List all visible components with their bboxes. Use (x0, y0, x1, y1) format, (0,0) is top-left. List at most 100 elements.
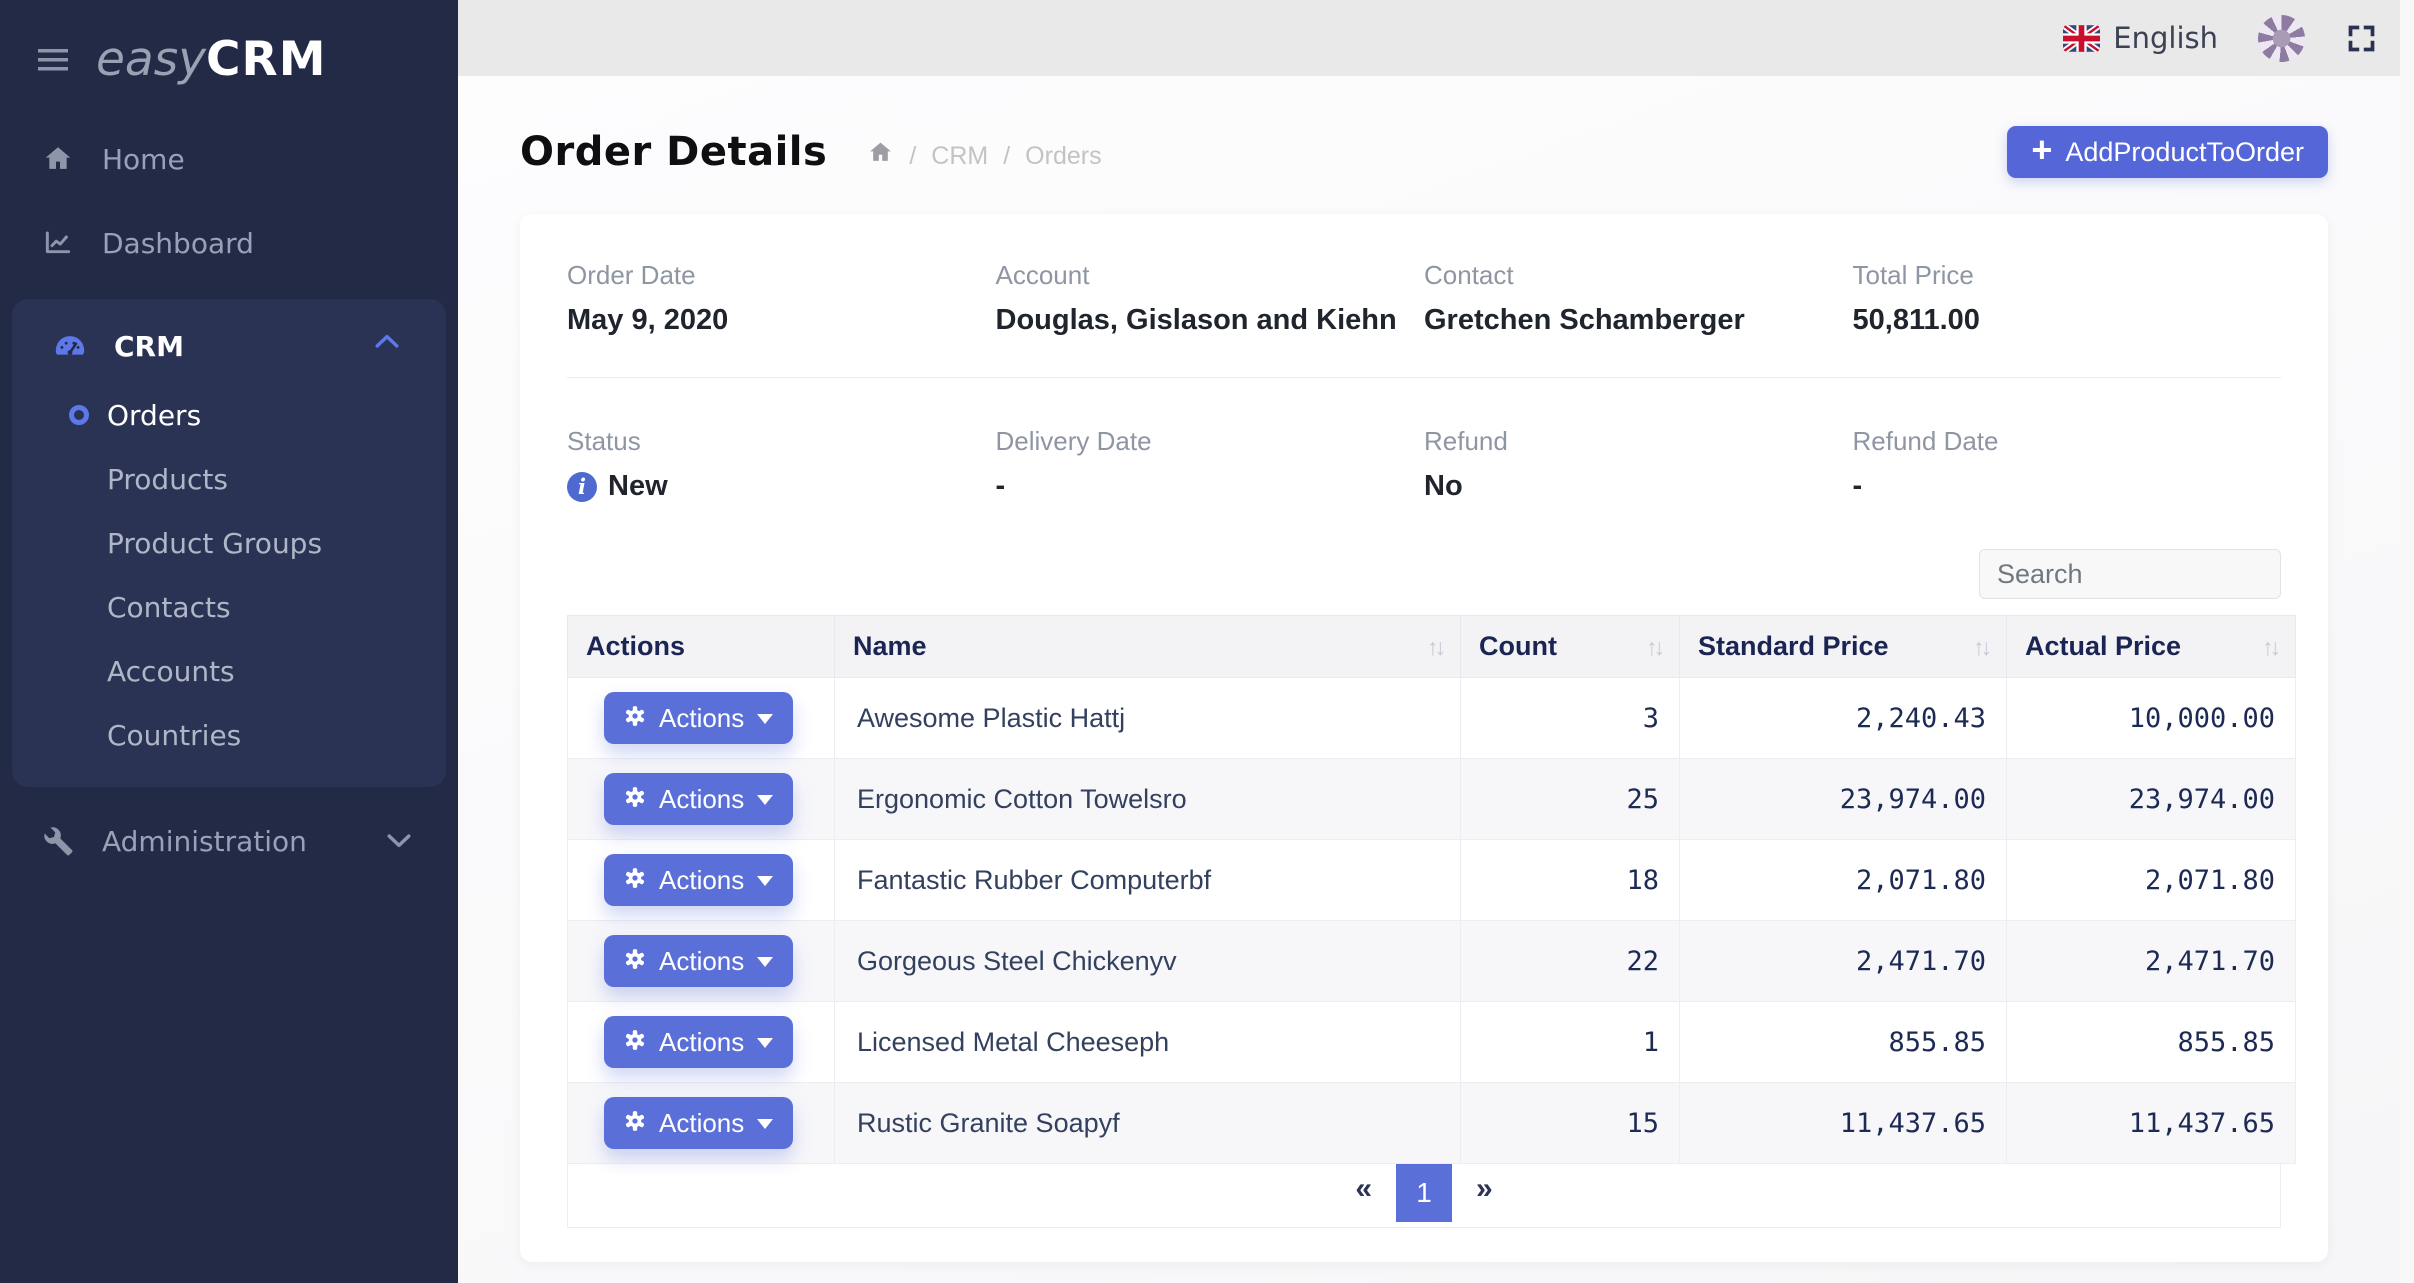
product-standard-price: 2,471.70 (1680, 921, 2007, 1002)
column-header-actual-price[interactable]: Actual Price↑↓ (2007, 616, 2296, 678)
sidebar-item-label: Orders (107, 399, 201, 432)
field-label: Order Date (567, 260, 996, 291)
breadcrumb-home-icon[interactable] (867, 139, 894, 173)
sidebar-item-administration[interactable]: Administration (0, 811, 458, 871)
dashboard-icon (40, 227, 76, 259)
field-value: 50,811.00 (1853, 304, 2282, 337)
sidebar-item-label: Contacts (107, 591, 231, 624)
sidebar-item-label: Home (102, 143, 185, 176)
sidebar-item-countries[interactable]: Countries (12, 703, 446, 767)
product-count: 15 (1461, 1083, 1680, 1164)
breadcrumb-separator: / (909, 142, 916, 171)
field-value: No (1424, 470, 1853, 503)
avatar[interactable] (2258, 15, 2305, 62)
product-actual-price: 23,974.00 (2007, 759, 2296, 840)
field-refund: Refund No (1424, 426, 1853, 503)
field-value: - (996, 470, 1425, 503)
breadcrumb: / CRM / Orders (867, 139, 1101, 173)
actions-button-label: Actions (659, 1108, 744, 1139)
sidebar-item-dashboard[interactable]: Dashboard (0, 213, 458, 273)
search-input[interactable] (1979, 549, 2281, 599)
row-actions-button[interactable]: Actions (604, 692, 793, 744)
pagination-next[interactable]: » (1452, 1164, 1517, 1206)
chevron-down-icon (386, 833, 412, 849)
menu-toggle-icon[interactable] (38, 49, 68, 76)
row-actions-button[interactable]: Actions (604, 935, 793, 987)
actions-button-label: Actions (659, 703, 744, 734)
table-row: Actions Gorgeous Steel Chickenyv 22 2,47… (568, 921, 2296, 1002)
table-row: Actions Awesome Plastic Hattj 3 2,240.43… (568, 678, 2296, 759)
sidebar-item-products[interactable]: Products (12, 447, 446, 511)
home-icon (40, 143, 76, 175)
field-value: - (1853, 470, 2282, 503)
row-actions-button[interactable]: Actions (604, 773, 793, 825)
breadcrumb-item-orders[interactable]: Orders (1025, 142, 1101, 171)
sidebar-item-label: Accounts (107, 655, 235, 688)
product-name: Fantastic Rubber Computerbf (835, 840, 1461, 921)
actions-button-label: Actions (659, 946, 744, 977)
field-label: Status (567, 426, 996, 457)
info-icon[interactable]: i (567, 472, 597, 502)
field-value: May 9, 2020 (567, 304, 996, 337)
sidebar: easyCRM Home Dashboard (0, 0, 458, 1283)
caret-down-icon (757, 957, 773, 967)
search-row (567, 549, 2281, 599)
row-actions-button[interactable]: Actions (604, 854, 793, 906)
product-name: Licensed Metal Cheeseph (835, 1002, 1461, 1083)
field-status: Status i New (567, 426, 996, 503)
gauge-icon (52, 329, 88, 363)
field-account: Account Douglas, Gislason and Kiehn (996, 260, 1425, 337)
order-info-row-1: Order Date May 9, 2020 Account Douglas, … (567, 260, 2281, 337)
sidebar-item-crm[interactable]: CRM (12, 299, 446, 383)
breadcrumb-item-crm[interactable]: CRM (931, 142, 988, 171)
field-label: Total Price (1853, 260, 2282, 291)
field-value: Gretchen Schamberger (1424, 304, 1853, 337)
pagination-prev[interactable]: « (1331, 1164, 1396, 1206)
scrollbar-track[interactable] (2400, 0, 2414, 1283)
product-standard-price: 23,974.00 (1680, 759, 2007, 840)
uk-flag-icon (2063, 25, 2100, 52)
product-name: Rustic Granite Soapyf (835, 1083, 1461, 1164)
field-total-price: Total Price 50,811.00 (1853, 260, 2282, 337)
column-header-name[interactable]: Name↑↓ (835, 616, 1461, 678)
product-count: 22 (1461, 921, 1680, 1002)
row-actions-button[interactable]: Actions (604, 1097, 793, 1149)
pagination-page-1[interactable]: 1 (1396, 1164, 1452, 1222)
product-actual-price: 10,000.00 (2007, 678, 2296, 759)
add-product-to-order-button[interactable]: + AddProductToOrder (2007, 126, 2328, 178)
app-logo: easyCRM (96, 36, 327, 83)
column-header-count[interactable]: Count↑↓ (1461, 616, 1680, 678)
table-row: Actions Licensed Metal Cheeseph 1 855.85… (568, 1002, 2296, 1083)
sidebar-item-orders[interactable]: Orders (12, 383, 446, 447)
sort-icon: ↑↓ (1646, 634, 1661, 661)
fullscreen-icon[interactable] (2345, 22, 2378, 55)
sidebar-item-label: CRM (114, 330, 184, 363)
sidebar-item-product-groups[interactable]: Product Groups (12, 511, 446, 575)
caret-down-icon (757, 1119, 773, 1129)
sidebar-item-contacts[interactable]: Contacts (12, 575, 446, 639)
sidebar-item-label: Countries (107, 719, 241, 752)
field-label: Account (996, 260, 1425, 291)
sidebar-item-label: Administration (102, 825, 307, 858)
language-selector[interactable]: English (2063, 21, 2218, 55)
field-refund-date: Refund Date - (1853, 426, 2282, 503)
row-actions-button[interactable]: Actions (604, 1016, 793, 1068)
sidebar-item-accounts[interactable]: Accounts (12, 639, 446, 703)
table-row: Actions Rustic Granite Soapyf 15 11,437.… (568, 1083, 2296, 1164)
breadcrumb-separator: / (1003, 142, 1010, 171)
product-name: Gorgeous Steel Chickenyv (835, 921, 1461, 1002)
product-standard-price: 855.85 (1680, 1002, 2007, 1083)
page-title: Order Details (520, 129, 827, 175)
sidebar-item-label: Products (107, 463, 228, 496)
logo-easy: easy (96, 32, 206, 87)
product-actual-price: 11,437.65 (2007, 1083, 2296, 1164)
sidebar-item-home[interactable]: Home (0, 129, 458, 189)
product-actual-price: 2,071.80 (2007, 840, 2296, 921)
sidebar-group-crm: CRM Orders Products Product Groups Conta… (12, 299, 446, 787)
active-bullet-icon (69, 405, 89, 425)
add-button-label: AddProductToOrder (2065, 137, 2304, 168)
column-header-standard-price[interactable]: Standard Price↑↓ (1680, 616, 2007, 678)
wrench-icon (40, 825, 76, 857)
table-row: Actions Fantastic Rubber Computerbf 18 2… (568, 840, 2296, 921)
page-content: Order Details / CRM / Orders + AddProduc… (458, 76, 2414, 1283)
